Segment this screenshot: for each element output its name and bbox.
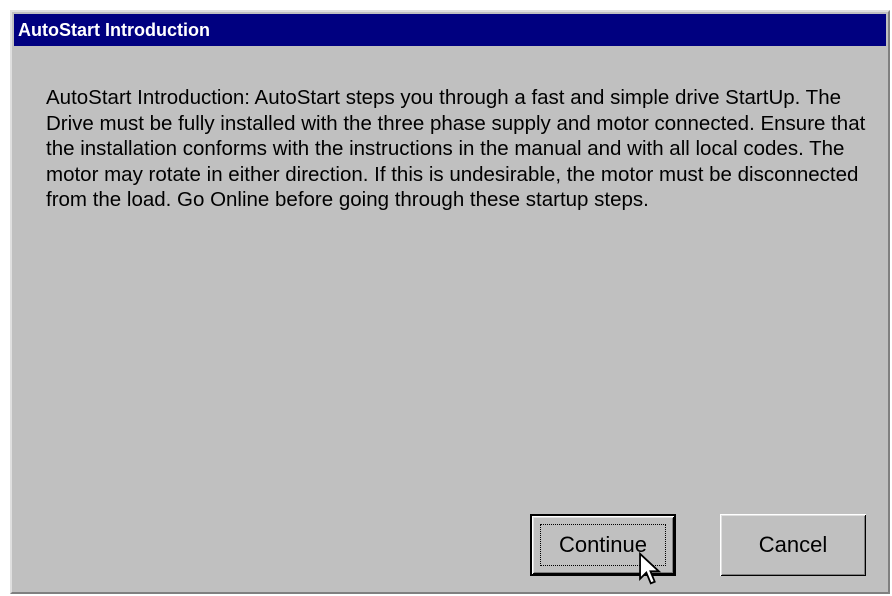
arrow-pointer-icon (639, 552, 661, 585)
title-bar[interactable]: AutoStart Introduction (14, 14, 886, 46)
autostart-dialog: AutoStart Introduction AutoStart Introdu… (10, 10, 890, 594)
continue-button-label: Continue (558, 532, 648, 557)
cancel-button[interactable]: Cancel (720, 514, 866, 576)
window-title: AutoStart Introduction (18, 20, 210, 40)
cancel-button-label: Cancel (758, 532, 828, 557)
intro-message: AutoStart Introduction: AutoStart steps … (46, 86, 866, 212)
